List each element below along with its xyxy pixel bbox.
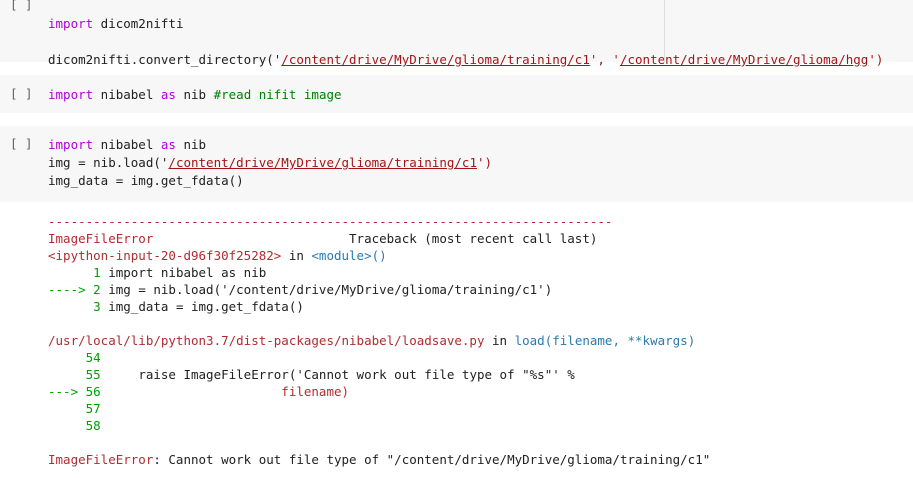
code-cell-3[interactable]: [ ] import nibabel as nib img = nib.load…: [0, 126, 913, 202]
run-cell-button[interactable]: [ ]: [10, 136, 33, 151]
error-name: ImageFileError: [48, 231, 154, 246]
editor-ruler: [664, 0, 665, 62]
final-error-name: ImageFileError: [48, 452, 154, 467]
cell-editor[interactable]: import dicom2nifti dicom2nifti.convert_d…: [48, 0, 883, 69]
code-cell-1[interactable]: [ ] import dicom2nifti dicom2nifti.conve…: [0, 0, 913, 67]
cell-editor[interactable]: import nibabel as nib #read nifit image: [48, 86, 342, 104]
code-cell-2[interactable]: [ ] import nibabel as nib #read nifit im…: [0, 75, 913, 113]
run-cell-button[interactable]: [ ]: [10, 0, 33, 12]
run-cell-button[interactable]: [ ]: [10, 86, 33, 101]
cell-editor[interactable]: import nibabel as nib img = nib.load('/c…: [48, 136, 492, 190]
cell-output-traceback: ----------------------------------------…: [48, 214, 711, 467]
final-error-message: : Cannot work out file type of "/content…: [153, 452, 711, 467]
source-file-path: /usr/local/lib/python3.7/dist-packages/n…: [48, 333, 485, 348]
